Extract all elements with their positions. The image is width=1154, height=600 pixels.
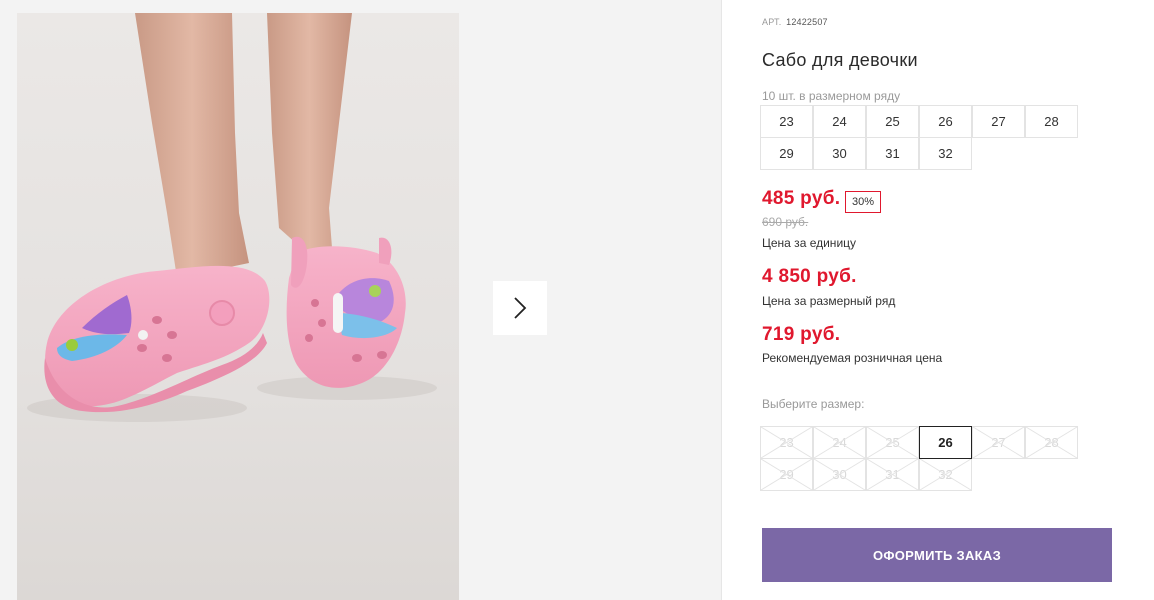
size-option-label: 26 [938, 435, 953, 450]
order-button[interactable]: ОФОРМИТЬ ЗАКАЗ [762, 528, 1112, 582]
size-row-cell: 30 [813, 137, 866, 170]
product-title: Сабо для девочки [762, 50, 918, 70]
product-photo-image [27, 13, 437, 422]
size-option-selected[interactable]: 26 [919, 426, 972, 459]
unit-price: 485 руб. [762, 188, 841, 209]
retail-price: 719 руб. [762, 324, 841, 345]
cross-out-mark [867, 459, 918, 490]
row-price-caption: Цена за размерный ряд [762, 294, 896, 308]
size-option-unavailable: 24 [813, 426, 866, 459]
size-row-cell: 24 [813, 105, 866, 138]
size-option-unavailable: 27 [972, 426, 1025, 459]
discount-badge: 30% [845, 191, 881, 213]
size-row-grid: 23 24 25 26 27 28 29 30 31 32 [760, 105, 1078, 170]
size-select-grid: 23 24 25 26 27 28 29 30 31 32 [760, 426, 1078, 491]
choose-size-label: Выберите размер: [762, 397, 865, 411]
old-price: 690 руб. [762, 215, 809, 229]
size-row-cell: 31 [866, 137, 919, 170]
size-row-cell: 32 [919, 137, 972, 170]
cross-out-mark [1026, 427, 1077, 458]
size-row-cell: 27 [972, 105, 1025, 138]
chevron-right-icon [514, 297, 527, 319]
cross-out-mark [761, 427, 812, 458]
size-row-cell: 28 [1025, 105, 1078, 138]
size-row-cell: 25 [866, 105, 919, 138]
product-gallery [0, 0, 722, 600]
cross-out-mark [814, 459, 865, 490]
cross-out-mark [973, 427, 1024, 458]
size-option-unavailable: 23 [760, 426, 813, 459]
unit-price-caption: Цена за единицу [762, 236, 857, 250]
size-option-unavailable: 25 [866, 426, 919, 459]
product-photo [17, 13, 459, 600]
cross-out-mark [814, 427, 865, 458]
size-option-unavailable: 28 [1025, 426, 1078, 459]
size-option-unavailable: 31 [866, 458, 919, 491]
size-option-unavailable: 30 [813, 458, 866, 491]
product-info: АРТ. 12422507 Сабо для девочки 10 шт. в … [760, 0, 1122, 600]
size-row-count: 10 шт. в размерном ряду [762, 89, 901, 103]
cross-out-mark [920, 459, 971, 490]
article-label: АРТ. [762, 17, 782, 27]
next-image-button[interactable] [493, 281, 547, 335]
article-number: 12422507 [786, 17, 828, 27]
size-row-cell: 29 [760, 137, 813, 170]
cross-out-mark [761, 459, 812, 490]
row-price: 4 850 руб. [762, 266, 857, 287]
size-row-cell: 26 [919, 105, 972, 138]
retail-price-caption: Рекомендуемая розничная цена [762, 351, 943, 365]
cross-out-mark [867, 427, 918, 458]
size-row-cell: 23 [760, 105, 813, 138]
size-option-unavailable: 32 [919, 458, 972, 491]
article-line: АРТ. 12422507 [762, 17, 828, 27]
size-option-unavailable: 29 [760, 458, 813, 491]
